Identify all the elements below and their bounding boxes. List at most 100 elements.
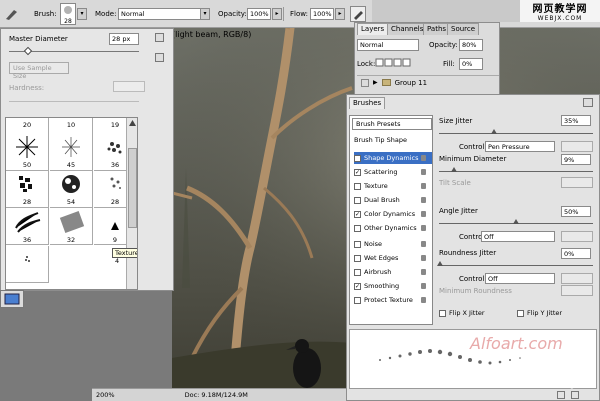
lock-icon[interactable] [421, 297, 426, 303]
layer-opacity-input[interactable]: 80% [459, 39, 483, 51]
option-checkbox[interactable] [354, 182, 361, 190]
lock-icon[interactable] [421, 283, 426, 289]
size-jitter-slider[interactable] [439, 133, 593, 134]
scroll-thumb[interactable] [128, 148, 137, 228]
minimum-diameter-input[interactable]: 9% [561, 154, 591, 165]
option-checkbox[interactable]: ✓ [354, 168, 361, 176]
expand-arrow-icon[interactable]: ▶ [373, 79, 378, 86]
layer-row-group[interactable]: ▶ Group 11 [357, 75, 499, 89]
brush-tool-icon[interactable] [4, 7, 20, 21]
flow-input[interactable]: 100% [310, 8, 334, 20]
brush-cell[interactable]: 32 [50, 208, 93, 245]
brush-option-row[interactable]: Airbrush [354, 266, 432, 278]
airbrush-icon[interactable] [350, 6, 366, 22]
brush-option-row[interactable]: Noise [354, 238, 432, 250]
tab-channels[interactable]: Channels [387, 23, 428, 35]
option-label: Protect Texture [364, 296, 413, 304]
master-diameter-input[interactable]: 28 px [109, 33, 139, 45]
option-checkbox[interactable] [354, 240, 361, 248]
tab-source[interactable]: Source [447, 23, 480, 35]
picker-menu-icon[interactable] [155, 33, 164, 42]
zoom-level[interactable]: 200% [96, 391, 115, 399]
star-brush-icon [16, 136, 38, 158]
texture-brush-icon [59, 211, 85, 233]
hardness-input[interactable] [113, 81, 145, 92]
option-label: Wet Edges [364, 254, 399, 262]
lock-icon[interactable] [421, 197, 426, 203]
diameter-slider-knob[interactable] [23, 46, 33, 56]
size-jitter-input[interactable]: 35% [561, 115, 591, 126]
size-jitter-knob[interactable] [491, 129, 497, 134]
panel-menu-icon[interactable] [583, 98, 593, 107]
angle-jitter-knob[interactable] [513, 219, 519, 224]
option-label: Texture [364, 182, 388, 190]
tab-layers[interactable]: Layers [357, 23, 389, 35]
option-checkbox[interactable]: ✓ [354, 154, 361, 162]
brush-presets-button[interactable]: Brush Presets [352, 118, 432, 130]
size-control-select[interactable]: Pen Pressure [485, 141, 555, 152]
lock-icon[interactable] [421, 241, 426, 247]
brush-option-row[interactable]: ✓ Color Dynamics [354, 208, 432, 220]
brush-option-row[interactable]: Texture [354, 180, 432, 192]
option-checkbox[interactable] [354, 196, 361, 204]
brush-cell[interactable]: 45 [50, 134, 93, 171]
brush-tip-shape-item[interactable]: Brush Tip Shape [354, 136, 407, 144]
brush-cell[interactable]: 54 [50, 171, 93, 208]
angle-jitter-input[interactable]: 50% [561, 206, 591, 217]
brush-dropdown-arrow[interactable]: ▾ [77, 8, 87, 20]
mode-dropdown-arrow[interactable]: ▾ [200, 8, 210, 20]
screen-mode-icon[interactable] [0, 290, 24, 308]
option-checkbox[interactable] [354, 254, 361, 262]
brush-option-row[interactable]: ✓ Smoothing [354, 280, 432, 292]
option-checkbox[interactable] [354, 224, 361, 232]
option-checkbox[interactable]: ✓ [354, 282, 361, 290]
brush-option-row[interactable]: Dual Brush [354, 194, 432, 206]
roundness-jitter-knob[interactable] [437, 261, 443, 266]
brush-option-row[interactable]: Protect Texture [354, 294, 432, 306]
lock-icon[interactable] [421, 211, 426, 217]
brush-cell[interactable] [6, 246, 49, 283]
fill-input[interactable]: 0% [459, 58, 483, 70]
opacity-arrow[interactable]: ▸ [272, 8, 282, 20]
lock-icon[interactable] [421, 255, 426, 261]
opacity-input[interactable]: 100% [247, 8, 271, 20]
option-checkbox[interactable]: ✓ [354, 210, 361, 218]
lock-icon[interactable] [421, 169, 426, 175]
brush-cell[interactable]: 50 [6, 134, 49, 171]
minimum-diameter-slider[interactable] [439, 171, 593, 172]
brush-option-row[interactable]: Wet Edges [354, 252, 432, 264]
roundness-jitter-slider[interactable] [439, 265, 593, 266]
lock-icon[interactable] [421, 155, 426, 161]
flip-y-checkbox[interactable]: Flip Y Jitter [517, 309, 562, 317]
brush-preview[interactable]: 28 [60, 3, 76, 25]
use-sample-size-button[interactable]: Use Sample Size [9, 62, 69, 80]
lock-icons[interactable] [375, 58, 411, 68]
roundness-control-select[interactable]: Off [485, 273, 555, 284]
option-checkbox[interactable] [354, 296, 361, 304]
tab-paths[interactable]: Paths [423, 23, 451, 35]
lock-icon[interactable] [421, 225, 426, 231]
angle-control-select[interactable]: Off [481, 231, 555, 242]
flip-x-checkbox[interactable]: Flip X Jitter [439, 309, 485, 317]
mode-select[interactable]: Normal [118, 8, 202, 20]
roundness-jitter-input[interactable]: 0% [561, 248, 591, 259]
brush-option-row[interactable]: Other Dynamics [354, 222, 432, 234]
visibility-icon[interactable] [361, 78, 369, 87]
brush-cell[interactable]: 28 [6, 171, 49, 208]
new-preset-icon[interactable] [155, 53, 164, 62]
brush-option-row[interactable]: ✓ Scattering [354, 166, 432, 178]
tab-brushes[interactable]: Brushes [349, 97, 386, 109]
option-label: Airbrush [364, 268, 392, 276]
flow-arrow[interactable]: ▸ [335, 8, 345, 20]
canvas-watermark: Alfoart.com [470, 334, 563, 353]
brush-cell[interactable]: 36 [6, 208, 49, 245]
brush-option-row[interactable]: ✓ Shape Dynamics [354, 152, 432, 164]
blend-mode-select[interactable]: Normal [357, 39, 419, 51]
option-checkbox[interactable] [354, 268, 361, 276]
grid-scrollbar[interactable] [126, 118, 137, 289]
lock-icon[interactable] [421, 269, 426, 275]
minimum-diameter-knob[interactable] [451, 167, 457, 172]
hardness-label: Hardness: [9, 84, 45, 92]
lock-icon[interactable] [421, 183, 426, 189]
scroll-up-icon[interactable] [129, 120, 136, 127]
